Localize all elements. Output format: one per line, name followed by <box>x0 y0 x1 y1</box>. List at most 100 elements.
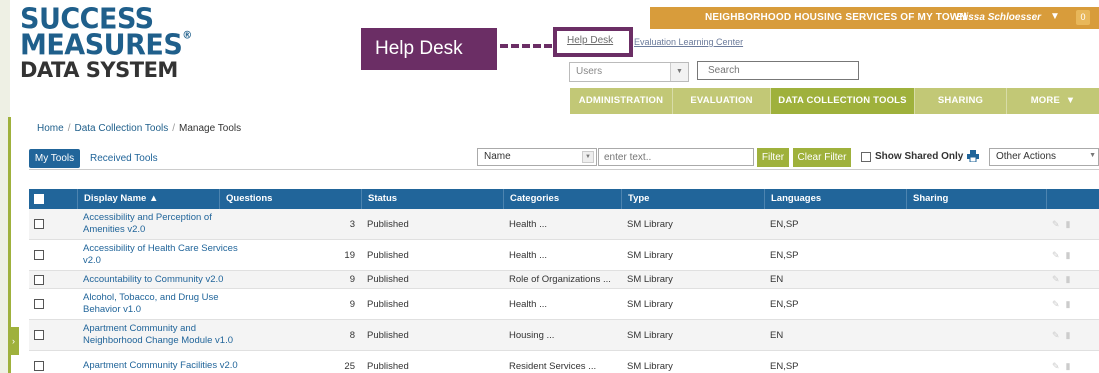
table-row[interactable]: Apartment Community Facilities v2.0 25 P… <box>29 351 1099 373</box>
edit-pencil-icon[interactable]: ✎ <box>1052 361 1060 372</box>
delete-trash-icon[interactable]: ▮ <box>1066 219 1071 230</box>
question-count: 9 <box>349 274 355 285</box>
tab-received-tools[interactable]: Received Tools <box>90 153 158 164</box>
table-header: Display Name ▲ Questions Status Categori… <box>29 189 1099 209</box>
row-checkbox[interactable] <box>34 299 44 309</box>
show-shared-only-label: Show Shared Only <box>875 151 964 162</box>
filter-button[interactable]: Filter <box>757 148 789 167</box>
languages-value: EN <box>770 274 784 285</box>
breadcrumb: Home / Data Collection Tools / Manage Tools <box>37 123 242 134</box>
tool-name-link[interactable]: Accountability to Community v2.0 <box>83 274 223 286</box>
notification-badge[interactable]: 0 <box>1076 10 1090 25</box>
header-categories[interactable]: Categories <box>503 189 621 209</box>
header-actions <box>1046 189 1099 209</box>
chevron-down-icon: ▼ <box>670 63 688 81</box>
select-all-checkbox[interactable] <box>34 194 44 204</box>
row-checkbox[interactable] <box>34 219 44 229</box>
nav-administration[interactable]: ADMINISTRATION <box>570 88 673 114</box>
status-value: Published <box>367 274 409 285</box>
success-measures-logo[interactable]: SUCCESS MEASURES® DATA SYSTEM <box>20 5 192 81</box>
status-value: Published <box>367 298 409 310</box>
logo-line-2: MEASURES® <box>20 29 192 62</box>
help-desk-callout: Help Desk <box>361 28 497 70</box>
header-type[interactable]: Type <box>621 189 764 209</box>
nav-data-collection-tools[interactable]: DATA COLLECTION TOOLS <box>771 88 915 114</box>
header-status[interactable]: Status <box>361 189 503 209</box>
left-panel-strip: › <box>0 0 19 373</box>
nav-more[interactable]: MORE ▼ <box>1007 88 1099 114</box>
delete-trash-icon[interactable]: ▮ <box>1066 250 1071 261</box>
table-row[interactable]: Accessibility of Health Care Services v2… <box>29 240 1099 271</box>
status-value: Published <box>367 218 409 230</box>
row-checkbox[interactable] <box>34 330 44 340</box>
header-display-name[interactable]: Display Name ▲ <box>77 189 219 209</box>
question-count: 3 <box>349 218 355 230</box>
show-shared-only-checkbox[interactable] <box>861 152 871 162</box>
categories-value: Housing ... <box>509 329 555 341</box>
categories-value: Health ... <box>509 218 548 230</box>
expand-panel-chevron-icon[interactable]: › <box>8 327 19 355</box>
edit-pencil-icon[interactable]: ✎ <box>1052 250 1060 261</box>
filter-text-input[interactable] <box>598 148 754 166</box>
type-value: SM Library <box>627 274 673 285</box>
row-checkbox[interactable] <box>34 274 44 285</box>
type-value: SM Library <box>627 218 673 230</box>
languages-value: EN,SP <box>770 249 799 261</box>
status-value: Published <box>367 360 409 372</box>
table-row[interactable]: Alcohol, Tobacco, and Drug Use Behavior … <box>29 289 1099 320</box>
other-actions-value: Other Actions <box>996 151 1057 162</box>
header-questions[interactable]: Questions <box>219 189 361 209</box>
type-value: SM Library <box>627 329 673 341</box>
chevron-down-icon: ▼ <box>1089 152 1096 159</box>
sort-asc-icon: ▲ <box>148 193 159 204</box>
tab-divider <box>29 169 1099 170</box>
clear-filter-button[interactable]: Clear Filter <box>793 148 851 167</box>
help-desk-link[interactable]: Help Desk <box>567 35 613 46</box>
delete-trash-icon[interactable]: ▮ <box>1066 274 1071 285</box>
header-sharing[interactable]: Sharing <box>906 189 1046 209</box>
languages-value: EN <box>770 329 784 341</box>
main-nav: ADMINISTRATION EVALUATION DATA COLLECTIO… <box>570 88 1099 114</box>
user-menu-caret-icon[interactable]: ▼ <box>1050 11 1060 22</box>
table-row[interactable]: Apartment Community and Neighborhood Cha… <box>29 320 1099 351</box>
delete-trash-icon[interactable]: ▮ <box>1066 299 1071 310</box>
other-actions-select[interactable]: Other Actions ▼ <box>989 148 1099 166</box>
languages-value: EN,SP <box>770 298 799 310</box>
edit-pencil-icon[interactable]: ✎ <box>1052 219 1060 230</box>
status-value: Published <box>367 249 409 261</box>
languages-value: EN,SP <box>770 218 799 230</box>
filter-field-value: Name <box>484 151 511 162</box>
row-checkbox[interactable] <box>34 361 44 371</box>
delete-trash-icon[interactable]: ▮ <box>1066 330 1071 341</box>
categories-value: Role of Organizations ... <box>509 274 611 285</box>
question-count: 8 <box>349 329 355 341</box>
nav-sharing[interactable]: SHARING <box>915 88 1007 114</box>
table-body: Accessibility and Perception of Amenitie… <box>29 209 1099 373</box>
search-scope-select[interactable]: Users ▼ <box>569 62 689 82</box>
delete-trash-icon[interactable]: ▮ <box>1066 361 1071 372</box>
tab-my-tools[interactable]: My Tools <box>29 149 80 168</box>
search-scope-value: Users <box>576 66 603 77</box>
search-input[interactable] <box>697 61 859 80</box>
user-name[interactable]: Elissa Schloesser <box>956 12 1041 23</box>
tool-name-link[interactable]: Apartment Community Facilities v2.0 <box>83 360 238 372</box>
type-value: SM Library <box>627 360 673 372</box>
type-value: SM Library <box>627 249 673 261</box>
type-value: SM Library <box>627 298 673 310</box>
filter-field-select[interactable]: Name ▼ <box>477 148 597 166</box>
row-checkbox[interactable] <box>34 250 44 260</box>
edit-pencil-icon[interactable]: ✎ <box>1052 299 1060 310</box>
tools-table: Display Name ▲ Questions Status Categori… <box>29 189 1099 373</box>
edit-pencil-icon[interactable]: ✎ <box>1052 330 1060 341</box>
organization-bar: NEIGHBORHOOD HOUSING SERVICES OF MY TOWN… <box>650 7 1099 29</box>
edit-pencil-icon[interactable]: ✎ <box>1052 274 1060 285</box>
table-row[interactable]: Accessibility and Perception of Amenitie… <box>29 209 1099 240</box>
table-row[interactable]: Accountability to Community v2.0 9 Publi… <box>29 271 1099 289</box>
breadcrumb-data-collection-tools[interactable]: Data Collection Tools <box>74 123 168 134</box>
nav-evaluation[interactable]: EVALUATION <box>673 88 771 114</box>
header-languages[interactable]: Languages <box>764 189 906 209</box>
print-icon[interactable] <box>967 150 979 162</box>
organization-name: NEIGHBORHOOD HOUSING SERVICES OF MY TOWN <box>705 12 967 23</box>
breadcrumb-home[interactable]: Home <box>37 123 64 134</box>
evaluation-learning-center-link[interactable]: Evaluation Learning Center <box>634 37 743 47</box>
